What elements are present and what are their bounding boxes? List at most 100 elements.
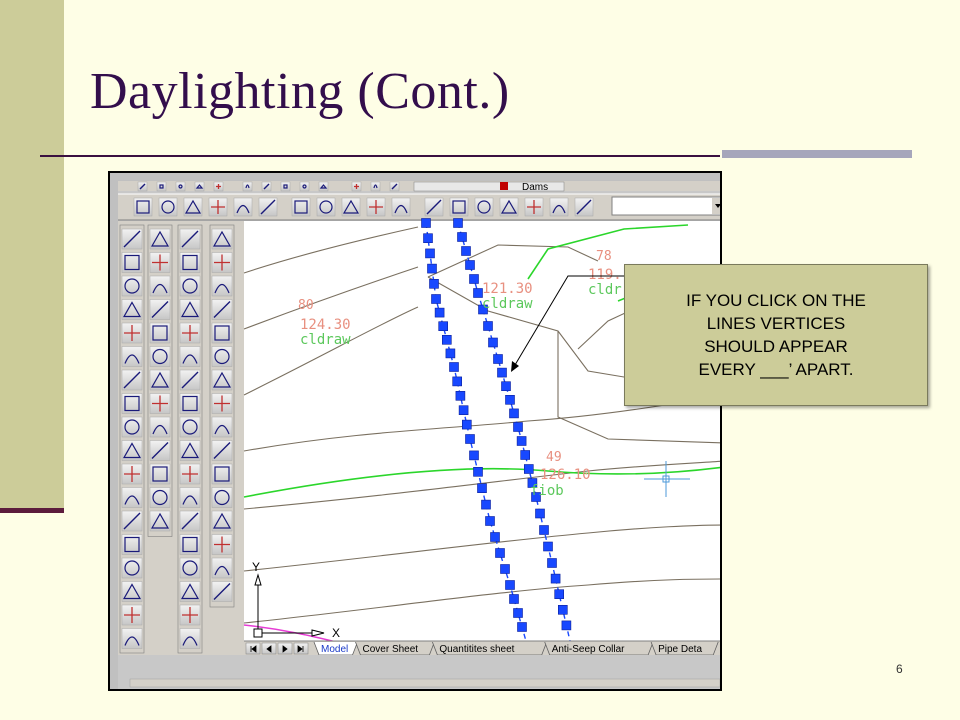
layout-tab-2[interactable]: Cover Sheet <box>355 641 435 656</box>
vertex-grip[interactable] <box>429 279 439 289</box>
mtext2-icon[interactable] <box>179 628 201 649</box>
field-icon[interactable] <box>149 510 171 532</box>
vertex-grip[interactable] <box>457 232 467 242</box>
dimension-update[interactable] <box>549 197 569 217</box>
layout-tab-1[interactable]: Model <box>313 641 358 656</box>
vertex-grip[interactable] <box>505 395 515 405</box>
vertex-grip[interactable] <box>501 381 511 391</box>
vertex-grip[interactable] <box>455 391 466 401</box>
vertex-grip[interactable] <box>425 248 435 259</box>
save-icon[interactable] <box>175 181 186 192</box>
explode2-icon[interactable] <box>211 581 233 602</box>
vertex-grip[interactable] <box>477 483 487 494</box>
mirror2-icon[interactable] <box>211 275 233 297</box>
vertex-grip[interactable] <box>500 564 510 574</box>
vertex-grip[interactable] <box>445 348 456 359</box>
rect-icon[interactable] <box>179 322 201 344</box>
new-icon[interactable] <box>137 181 148 192</box>
match-icon[interactable] <box>299 181 310 192</box>
hatch2-icon[interactable] <box>179 557 201 579</box>
vertex-grip[interactable] <box>557 604 568 615</box>
extend2-icon[interactable] <box>211 463 233 485</box>
vertex-grip[interactable] <box>509 594 519 604</box>
offset2-icon[interactable] <box>211 299 233 320</box>
vertex-grip[interactable] <box>488 337 498 348</box>
join-icon[interactable] <box>121 557 143 579</box>
vertex-grip[interactable] <box>483 321 493 331</box>
undo-icon[interactable] <box>318 181 329 192</box>
prev-tab-button[interactable] <box>261 642 277 655</box>
preview-icon[interactable] <box>213 181 224 192</box>
image-icon[interactable] <box>121 628 143 649</box>
vertex-grip[interactable] <box>495 548 505 558</box>
table-icon[interactable] <box>179 604 201 626</box>
ellipse-icon[interactable] <box>179 440 201 461</box>
dimension-radius[interactable] <box>233 197 253 217</box>
fillet2-icon[interactable] <box>211 557 233 579</box>
vertex-grip[interactable] <box>535 508 545 519</box>
line-icon[interactable] <box>179 228 201 250</box>
vertex-grip[interactable] <box>438 321 449 331</box>
erase-icon[interactable] <box>121 299 143 320</box>
tolerance[interactable] <box>449 197 469 217</box>
vertex-grip[interactable] <box>523 464 534 474</box>
vertex-grip[interactable] <box>441 335 452 345</box>
spell-icon[interactable] <box>149 487 171 508</box>
dimension-style-dropdown[interactable] <box>611 196 722 216</box>
pline-icon[interactable] <box>179 275 201 297</box>
text-icon[interactable] <box>149 440 171 461</box>
vertex-grip[interactable] <box>481 499 491 510</box>
dimension-jogged[interactable] <box>258 197 278 217</box>
next-tab-button[interactable] <box>277 642 293 655</box>
fillet-icon[interactable] <box>121 487 143 508</box>
region-icon[interactable] <box>179 581 201 602</box>
vertex-grip[interactable] <box>509 408 519 419</box>
vertex-grip[interactable] <box>561 620 572 631</box>
vertex-grip[interactable] <box>493 354 503 364</box>
dimension-edit[interactable] <box>499 197 519 217</box>
measure-icon[interactable] <box>149 416 171 438</box>
break2-icon[interactable] <box>211 487 233 508</box>
redo-icon[interactable] <box>351 181 362 192</box>
move3-icon[interactable] <box>211 346 233 367</box>
mtext-icon[interactable] <box>149 463 171 485</box>
dimension-linear[interactable] <box>133 197 153 217</box>
scale-icon[interactable] <box>121 581 143 602</box>
layer-name[interactable]: Dams <box>522 182 548 193</box>
list-icon[interactable] <box>149 393 171 414</box>
vertex-grip[interactable] <box>505 580 515 590</box>
break-icon[interactable] <box>121 440 143 461</box>
rotate2-icon[interactable] <box>211 369 233 391</box>
vertex-grip[interactable] <box>517 622 527 632</box>
paste-icon[interactable] <box>280 181 291 192</box>
layout-tab-3[interactable]: Quantitites sheet <box>432 641 548 656</box>
vertex-grip[interactable] <box>458 405 469 415</box>
vertex-grip[interactable] <box>485 516 495 526</box>
scale2-icon[interactable] <box>211 393 233 414</box>
vertex-grip[interactable] <box>490 532 500 542</box>
trim2-icon[interactable] <box>211 440 233 461</box>
center-mark[interactable] <box>474 197 494 217</box>
dimension-angular[interactable] <box>316 197 336 217</box>
move-icon[interactable] <box>121 228 143 250</box>
vertex-grip[interactable] <box>473 466 483 477</box>
block-icon[interactable] <box>179 510 201 532</box>
stretch-icon[interactable] <box>121 369 143 391</box>
edit-icon[interactable] <box>149 252 171 273</box>
vertex-grip[interactable] <box>520 450 531 460</box>
revcloud-icon[interactable] <box>179 393 201 414</box>
arc-icon[interactable] <box>179 346 201 367</box>
vertex-grip[interactable] <box>513 608 523 618</box>
copy-icon[interactable] <box>261 181 272 192</box>
dimension-text-edit[interactable] <box>524 197 544 217</box>
extend-icon[interactable] <box>121 416 143 438</box>
stretch2-icon[interactable] <box>211 416 233 438</box>
dimension-aligned[interactable] <box>158 197 178 217</box>
vertex-grip[interactable] <box>465 434 475 444</box>
vertex-grip[interactable] <box>452 376 463 387</box>
vertex-grip[interactable] <box>547 558 557 568</box>
quick-dimension[interactable] <box>341 197 361 217</box>
cut-icon[interactable] <box>242 181 253 192</box>
dimension-arc[interactable] <box>183 197 203 217</box>
dimension-style[interactable] <box>574 197 594 217</box>
